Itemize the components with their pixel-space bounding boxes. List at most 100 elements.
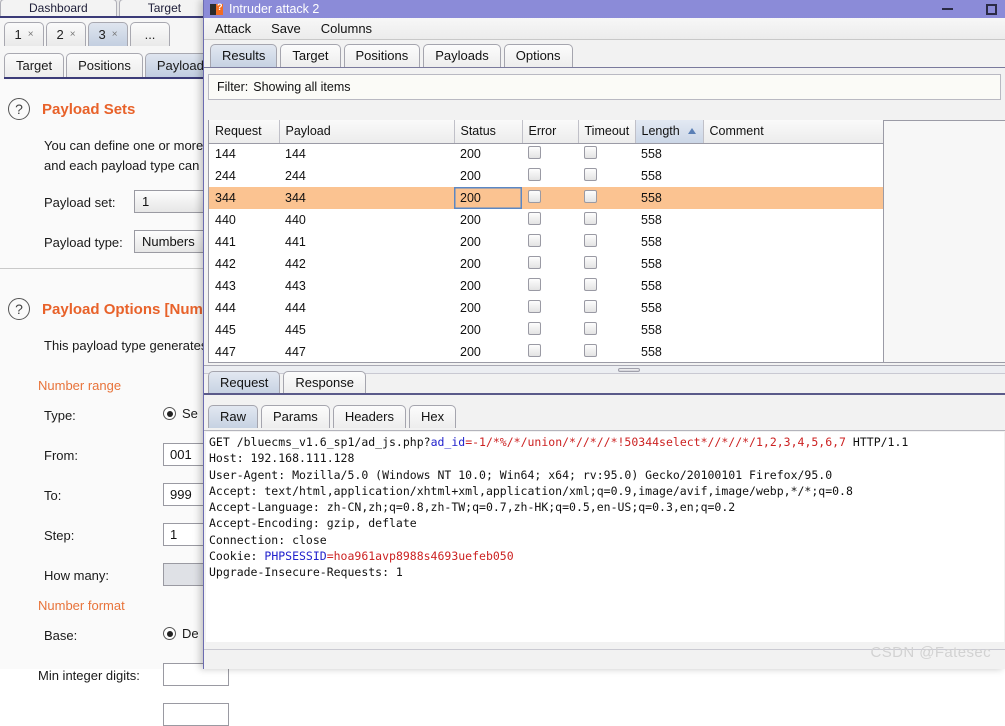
table-row[interactable]: 445 445 200 558 <box>209 319 883 341</box>
cell-comment[interactable] <box>703 231 883 253</box>
tab-target[interactable]: Target <box>280 44 340 67</box>
timeout-checkbox[interactable] <box>584 344 597 357</box>
subtab-positions[interactable]: Positions <box>66 53 143 77</box>
tab-payloads[interactable]: Payloads <box>423 44 500 67</box>
menu-save[interactable]: Save <box>268 20 304 37</box>
cell-comment[interactable] <box>703 187 883 209</box>
cell-comment[interactable] <box>703 341 883 363</box>
maximize-button[interactable] <box>979 0 1003 18</box>
attack-tab-3-close-icon[interactable]: × <box>112 29 118 40</box>
timeout-checkbox[interactable] <box>584 168 597 181</box>
tab-hex[interactable]: Hex <box>409 405 456 428</box>
cell-length: 558 <box>635 165 703 187</box>
error-checkbox[interactable] <box>528 234 541 247</box>
error-checkbox[interactable] <box>528 322 541 335</box>
cell-comment[interactable] <box>703 143 883 165</box>
type-radio-sequential[interactable]: Se <box>163 406 198 421</box>
column-header-error[interactable]: Error <box>522 120 578 143</box>
error-checkbox[interactable] <box>528 278 541 291</box>
attack-tab-1-close-icon[interactable]: × <box>28 29 34 40</box>
table-row[interactable]: 443 443 200 558 <box>209 275 883 297</box>
table-row[interactable]: 447 447 200 558 <box>209 341 883 363</box>
tab-results[interactable]: Results <box>210 44 277 67</box>
table-row[interactable]: 442 442 200 558 <box>209 253 883 275</box>
base-radio-decimal[interactable]: De <box>163 626 199 641</box>
cell-length: 558 <box>635 231 703 253</box>
cell-comment[interactable] <box>703 253 883 275</box>
payload-sets-desc-line1: You can define one or more <box>44 138 203 153</box>
error-checkbox[interactable] <box>528 256 541 269</box>
main-tab-target[interactable]: Target <box>119 0 210 16</box>
table-row-selected[interactable]: 344 344 200 558 <box>209 187 883 209</box>
timeout-checkbox[interactable] <box>584 278 597 291</box>
timeout-checkbox[interactable] <box>584 234 597 247</box>
tab-options[interactable]: Options <box>504 44 573 67</box>
tab-params[interactable]: Params <box>261 405 330 428</box>
minimize-button[interactable] <box>935 0 959 18</box>
question-mark-icon-2[interactable]: ? <box>8 298 30 320</box>
cell-request: 445 <box>209 319 279 341</box>
question-mark-icon[interactable]: ? <box>8 98 30 120</box>
results-table-container[interactable]: Request Payload Status Error Timeout Len… <box>208 120 884 363</box>
max-digits-input[interactable] <box>163 703 229 726</box>
tab-raw[interactable]: Raw <box>208 405 258 428</box>
column-header-comment[interactable]: Comment <box>703 120 883 143</box>
cell-comment[interactable] <box>703 319 883 341</box>
error-checkbox[interactable] <box>528 190 541 203</box>
subtab-target[interactable]: Target <box>4 53 64 77</box>
table-row[interactable]: 440 440 200 558 <box>209 209 883 231</box>
cell-request: 444 <box>209 297 279 319</box>
attack-tab-2[interactable]: 2 × <box>46 22 86 46</box>
timeout-checkbox[interactable] <box>584 212 597 225</box>
cell-comment[interactable] <box>703 209 883 231</box>
splitter-grip[interactable] <box>618 368 640 372</box>
attack-tab-more[interactable]: ... <box>130 22 170 46</box>
column-header-payload[interactable]: Payload <box>279 120 454 143</box>
column-header-status[interactable]: Status <box>454 120 522 143</box>
tab-response[interactable]: Response <box>283 371 366 394</box>
cell-comment[interactable] <box>703 275 883 297</box>
attack-tab-2-close-icon[interactable]: × <box>70 29 76 40</box>
cell-request: 244 <box>209 165 279 187</box>
intruder-titlebar[interactable]: Intruder attack 2 <box>204 0 1005 18</box>
error-checkbox[interactable] <box>528 344 541 357</box>
main-tab-dashboard[interactable]: Dashboard <box>0 0 117 16</box>
maximize-icon <box>986 4 997 15</box>
main-tab-target-label: Target <box>148 1 181 15</box>
table-row[interactable]: 244 244 200 558 <box>209 165 883 187</box>
cell-comment[interactable] <box>703 165 883 187</box>
error-checkbox[interactable] <box>528 300 541 313</box>
attack-tab-3-label: 3 <box>98 27 105 42</box>
menu-attack[interactable]: Attack <box>212 20 254 37</box>
base-label: Base: <box>44 628 77 643</box>
cell-status: 200 <box>454 187 522 209</box>
tab-request[interactable]: Request <box>208 371 280 394</box>
column-header-length[interactable]: Length <box>635 120 703 143</box>
timeout-checkbox[interactable] <box>584 322 597 335</box>
request-raw-editor[interactable]: GET /bluecms_v1.6_sp1/ad_js.php?ad_id=-1… <box>206 432 1004 642</box>
attack-tab-1[interactable]: 1 × <box>4 22 44 46</box>
attack-tab-3[interactable]: 3 × <box>88 22 128 46</box>
cell-timeout <box>578 209 635 231</box>
cell-payload: 244 <box>279 165 454 187</box>
request-header-host: Host: 192.168.111.128 <box>209 451 354 465</box>
column-header-length-label: Length <box>642 124 680 138</box>
cell-status: 200 <box>454 143 522 165</box>
cell-comment[interactable] <box>703 297 883 319</box>
menu-columns[interactable]: Columns <box>318 20 375 37</box>
error-checkbox[interactable] <box>528 212 541 225</box>
column-header-request[interactable]: Request <box>209 120 279 143</box>
table-row[interactable]: 441 441 200 558 <box>209 231 883 253</box>
timeout-checkbox[interactable] <box>584 190 597 203</box>
table-row[interactable]: 444 444 200 558 <box>209 297 883 319</box>
column-header-timeout[interactable]: Timeout <box>578 120 635 143</box>
error-checkbox[interactable] <box>528 168 541 181</box>
timeout-checkbox[interactable] <box>584 256 597 269</box>
error-checkbox[interactable] <box>528 146 541 159</box>
tab-headers[interactable]: Headers <box>333 405 406 428</box>
tab-positions[interactable]: Positions <box>344 44 421 67</box>
timeout-checkbox[interactable] <box>584 300 597 313</box>
timeout-checkbox[interactable] <box>584 146 597 159</box>
filter-bar[interactable]: Filter: Showing all items <box>208 74 1001 100</box>
table-row[interactable]: 144 144 200 558 <box>209 143 883 165</box>
